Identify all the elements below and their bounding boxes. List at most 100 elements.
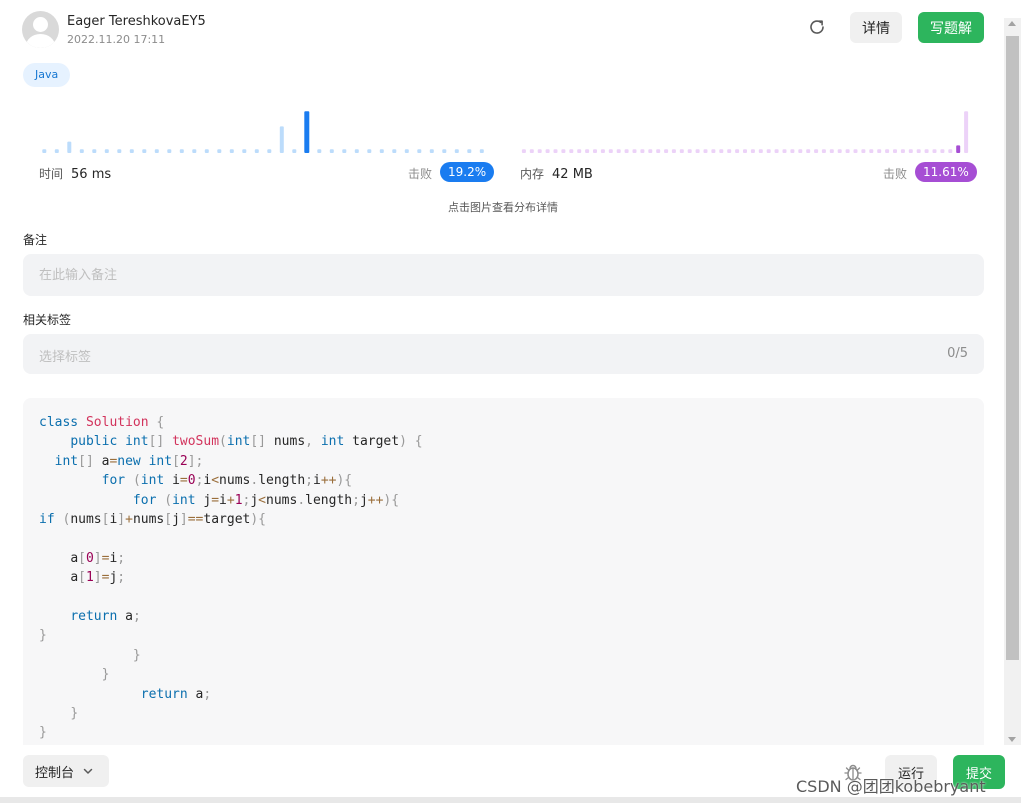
memory-distribution-bar (695, 149, 700, 153)
code-line: a[1]=j; (39, 568, 125, 587)
code-token: length (258, 473, 306, 489)
runtime-distribution-bar (317, 149, 322, 153)
write-solution-button[interactable]: 写题解 (918, 12, 984, 43)
code-token: ){ (383, 492, 400, 508)
code-line: return a; (39, 685, 211, 704)
code-token: int (125, 434, 149, 450)
runtime-beat-badge: 19.2% (440, 162, 495, 182)
tags-select[interactable]: 选择标签 0/5 (23, 334, 984, 374)
code-line: } (39, 723, 47, 742)
debug-button[interactable] (842, 761, 864, 783)
code-token: [ (78, 550, 86, 566)
runtime-distribution-bar (467, 149, 472, 153)
distribution-hint[interactable]: 点击图片查看分布详情 (0, 199, 1006, 215)
tags-placeholder: 选择标签 (39, 350, 92, 365)
code-token: ( (219, 434, 227, 450)
runtime-distribution-bar (367, 149, 372, 153)
memory-distribution-bar (553, 149, 558, 153)
code-token: ){ (336, 473, 353, 489)
runtime-distribution-bar (117, 149, 122, 153)
code-token: target (203, 512, 251, 527)
memory-distribution-bar (600, 149, 605, 153)
memory-distribution-bar (940, 149, 945, 153)
code-token: twoSum (172, 434, 220, 450)
scroll-up-arrow-icon[interactable] (1008, 21, 1016, 26)
memory-label: 内存 (520, 167, 545, 181)
code-token: ; (203, 686, 212, 702)
memory-distribution-bar (545, 149, 550, 153)
code-token: ; (305, 473, 313, 489)
memory-distribution-bar (529, 149, 534, 153)
code-token: nums (70, 512, 102, 527)
code-token: ]; (187, 453, 204, 469)
user-avatar[interactable] (22, 11, 59, 48)
code-token: int (54, 453, 79, 469)
memory-distribution-bar (632, 149, 637, 153)
memory-distribution-bar (569, 149, 574, 153)
code-token: 1 (234, 492, 243, 508)
code-token: } (132, 647, 141, 663)
code-token: return (140, 686, 196, 702)
detail-button[interactable]: 详情 (850, 12, 902, 43)
code-token: [] (250, 434, 274, 450)
memory-distribution-bar (593, 149, 597, 153)
user-name[interactable]: Eager TereshkovaEY5 (67, 14, 206, 29)
memory-distribution-bar (703, 149, 708, 153)
memory-distribution-bar (964, 111, 969, 153)
code-token: 0 (85, 550, 94, 566)
runtime-distribution-bar (254, 149, 259, 153)
runtime-distribution-bar (142, 149, 147, 153)
code-token: . (297, 492, 306, 508)
memory-distribution-bar (758, 149, 763, 153)
runtime-distribution-bar (192, 149, 197, 153)
runtime-beat-label: 击败 (408, 167, 433, 181)
runtime-distribution-chart[interactable] (38, 100, 488, 156)
run-button[interactable]: 运行 (885, 755, 937, 789)
refresh-button[interactable] (806, 16, 828, 38)
memory-distribution-bar (916, 149, 921, 153)
code-token: nums (219, 473, 251, 489)
runtime-distribution-svg (42, 111, 484, 153)
code-token: , (305, 434, 321, 450)
runtime-distribution-bar (279, 126, 284, 153)
code-token: ] (93, 550, 102, 566)
scroll-down-arrow-icon[interactable] (1008, 737, 1016, 742)
memory-value: 42 MB (552, 167, 593, 182)
runtime-distribution-bar (129, 149, 134, 153)
runtime-distribution-bar (329, 149, 334, 153)
runtime-distribution-bar (342, 149, 347, 153)
submit-button[interactable]: 提交 (953, 755, 1005, 789)
notes-input[interactable] (23, 254, 984, 296)
memory-distribution-bar (766, 149, 771, 153)
submission-header: Eager TereshkovaEY5 2022.11.20 17:11 详情 … (22, 10, 984, 50)
code-line: } (39, 626, 47, 645)
code-token: public (70, 434, 126, 450)
code-token: 2 (179, 453, 188, 469)
memory-distribution-bar (664, 149, 669, 153)
memory-distribution-bar (869, 149, 874, 153)
language-tag[interactable]: Java (23, 63, 71, 87)
runtime-distribution-bar (379, 149, 384, 153)
runtime-distribution-bar (167, 149, 172, 153)
runtime-value: 56 ms (71, 167, 112, 182)
memory-stat: 内存 42 MB (520, 165, 593, 182)
code-editor[interactable]: class Solution { public int[] twoSum(int… (23, 398, 984, 745)
code-line: } (39, 646, 141, 665)
tags-label: 相关标签 (23, 313, 72, 327)
runtime-distribution-bar (229, 149, 234, 153)
memory-distribution-bar (821, 149, 826, 153)
code-token: < (211, 473, 220, 489)
scrollbar-thumb[interactable] (1006, 36, 1019, 660)
code-token: nums (132, 512, 165, 527)
code-token: ; (117, 550, 126, 566)
memory-distribution-bar (585, 149, 590, 153)
console-toggle-button[interactable]: 控制台 (23, 755, 109, 787)
page-scrollbar[interactable] (1004, 18, 1021, 745)
memory-distribution-svg (521, 111, 969, 153)
memory-distribution-chart[interactable] (520, 100, 970, 156)
memory-distribution-bar (735, 149, 740, 153)
runtime-distribution-bar (267, 149, 272, 153)
